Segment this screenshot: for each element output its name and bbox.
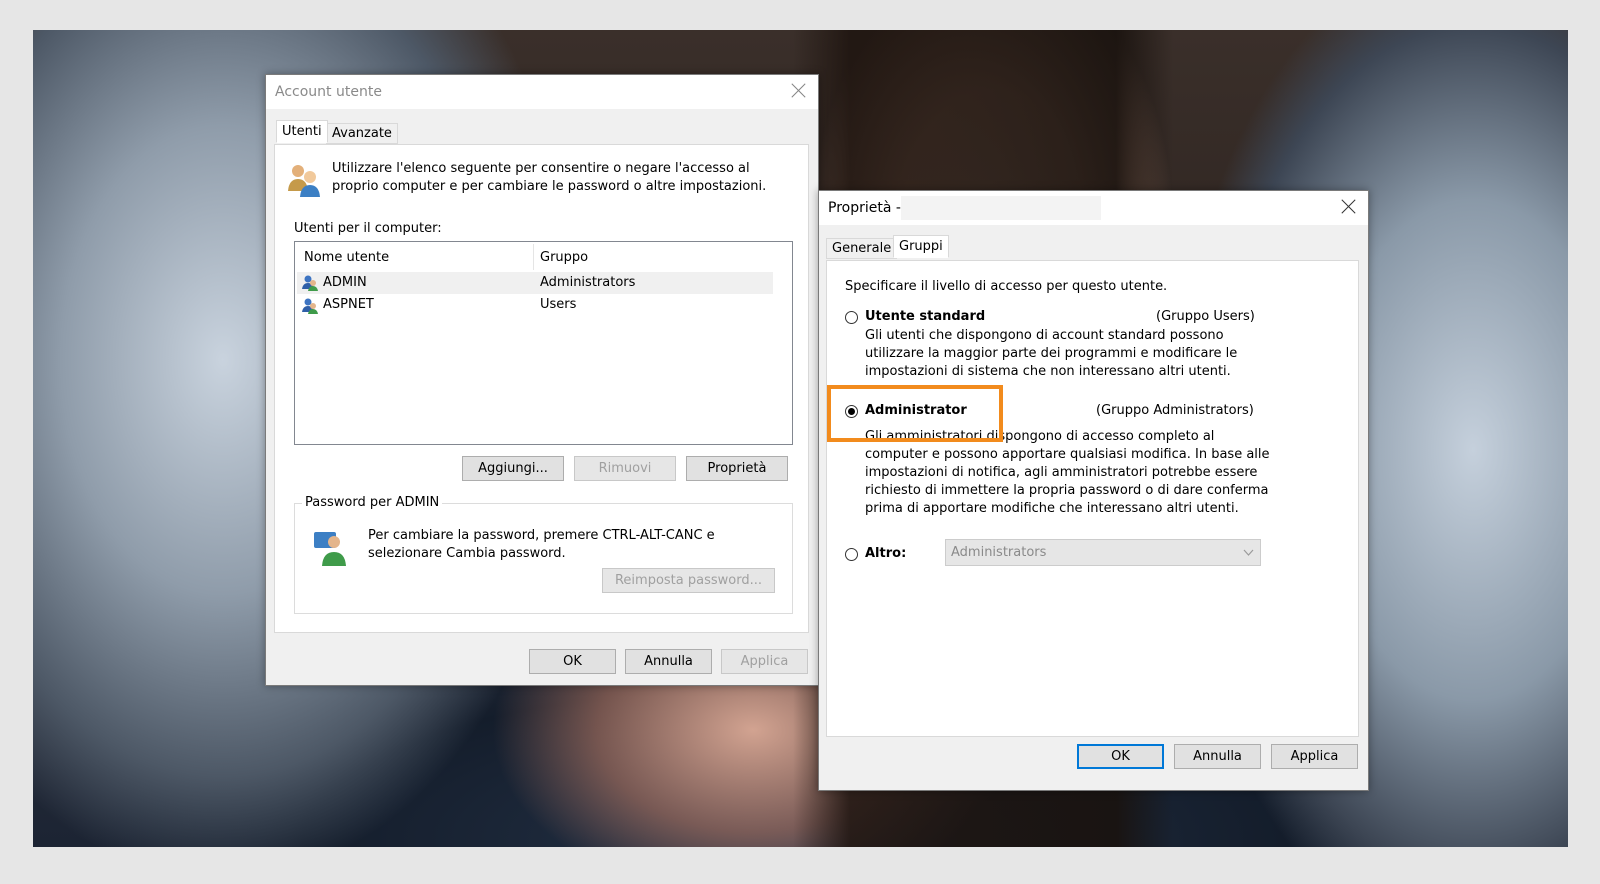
table-row[interactable]: ADMIN Administrators [297,272,773,294]
access-level-intro: Specificare il livello di accesso per qu… [845,279,1168,294]
administrator-desc-4: richiesto di immettere la propria passwo… [865,483,1269,498]
standard-user-desc-1: Gli utenti che dispongono di account sta… [865,328,1224,343]
user-name: ASPNET [323,297,374,312]
password-group-label: Password per ADMIN [302,495,443,510]
administrator-highlight-box [827,385,1003,442]
password-info-line-1: Per cambiare la password, premere CTRL-A… [368,528,715,543]
reset-password-button[interactable]: Reimposta password... [602,568,775,593]
intro-line-1: Utilizzare l'elenco seguente per consent… [332,161,750,176]
user-name: ADMIN [323,275,367,290]
administrator-desc-5: prima di apportare modifiche che interes… [865,501,1239,516]
column-header-name[interactable]: Nome utente [304,250,389,265]
apply-button[interactable]: Applica [721,649,808,674]
cancel-button[interactable]: Annulla [1174,744,1261,769]
users-list-label: Utenti per il computer: [294,221,442,236]
user-icon [302,275,318,291]
users-tab-panel: Utilizzare l'elenco seguente per consent… [274,144,809,633]
other-label[interactable]: Altro: [865,546,906,561]
ok-button[interactable]: OK [1077,744,1164,769]
standard-user-radio[interactable] [845,311,858,324]
close-icon[interactable] [788,80,810,102]
user-group: Administrators [540,275,636,290]
users-list[interactable]: Nome utente Gruppo ADMIN Administrators … [294,241,793,445]
close-icon[interactable] [1338,196,1360,218]
administrator-group: (Gruppo Administrators) [1096,403,1254,418]
redacted-username [901,196,1101,220]
title-bar: Account utente [266,75,818,109]
standard-user-group: (Gruppo Users) [1156,309,1255,324]
groups-tab-panel: Specificare il livello di accesso per qu… [826,260,1359,737]
administrator-desc-2: computer e possono apportare qualsiasi m… [865,447,1270,462]
add-user-button[interactable]: Aggiungi... [462,456,564,481]
tab-avanzate[interactable]: Avanzate [326,123,398,144]
users-icon [288,165,320,197]
ok-button[interactable]: OK [529,649,616,674]
dialog-title: Proprietà - [828,200,901,216]
other-group-dropdown[interactable]: Administrators [945,539,1261,566]
standard-user-desc-2: utilizzare la maggior parte dei programm… [865,346,1238,361]
dialog-title: Account utente [275,84,382,100]
title-bar: Proprietà - [819,191,1368,225]
column-header-group[interactable]: Gruppo [540,250,588,265]
tab-utenti[interactable]: Utenti [276,120,328,143]
tab-generale[interactable]: Generale [826,238,898,259]
user-properties-dialog: Proprietà - Generale Gruppi Specificare … [818,190,1369,791]
cancel-button[interactable]: Annulla [625,649,712,674]
column-divider[interactable] [533,244,534,270]
remove-user-button[interactable]: Rimuovi [574,456,676,481]
other-group-value: Administrators [951,545,1047,560]
administrator-desc-3: impostazioni di notifica, agli amministr… [865,465,1258,480]
user-key-icon [314,532,346,566]
standard-user-label[interactable]: Utente standard [865,309,985,324]
password-group: Password per ADMIN Per cambiare la passw… [294,495,793,614]
password-info-line-2: selezionare Cambia password. [368,546,566,561]
other-radio[interactable] [845,548,858,561]
user-accounts-dialog: Account utente Utenti Avanzate Utilizzar… [265,74,819,686]
user-group: Users [540,297,577,312]
intro-line-2: proprio computer e per cambiare le passw… [332,179,767,194]
tab-gruppi[interactable]: Gruppi [893,235,949,258]
user-icon [302,298,318,314]
table-row[interactable]: ASPNET Users [297,295,773,317]
standard-user-desc-3: impostazioni di sistema che non interess… [865,364,1231,379]
apply-button[interactable]: Applica [1271,744,1358,769]
chevron-down-icon [1243,549,1254,556]
properties-button[interactable]: Proprietà [686,456,788,481]
